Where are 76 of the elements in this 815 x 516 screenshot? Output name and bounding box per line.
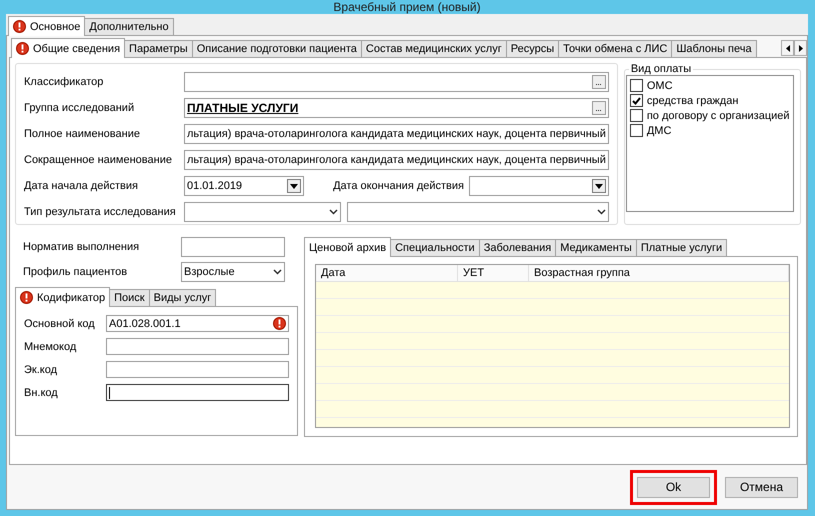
scroll-right-button[interactable] — [794, 40, 807, 56]
text-field[interactable]: A01.028.001.1 — [106, 315, 289, 332]
checkbox[interactable] — [630, 109, 643, 122]
text-field[interactable]: льтация) врача-отоларинголога кандидата медицинских наук, доцента первичный — [184, 150, 609, 170]
checkbox-label: средства граждан — [646, 94, 738, 106]
ellipsis-icon[interactable] — [592, 75, 606, 89]
dropdown-icon — [290, 184, 298, 188]
dropdown-field[interactable] — [347, 202, 609, 222]
dropdown-icon — [594, 184, 603, 188]
column-header[interactable]: УЕТ — [458, 265, 529, 281]
tab[interactable]: Виды услуг — [148, 289, 216, 307]
field-label: Тип результата исследования — [24, 206, 177, 218]
field-label: Мнемокод — [24, 340, 78, 352]
text-field[interactable] — [181, 237, 285, 257]
checkbox-label: по договору с организацией — [646, 110, 790, 122]
field-label: Сокращенное наименование — [24, 154, 173, 166]
column-header[interactable]: Дата — [316, 265, 458, 281]
checkbox[interactable] — [630, 94, 643, 107]
error-icon — [20, 291, 33, 304]
field-label: Профиль пациентов — [23, 266, 128, 278]
field-label: Эк.код — [24, 364, 58, 376]
window-title: Врачебный прием (новый) — [332, 0, 482, 14]
tab[interactable]: Состав медицинских услуг — [360, 40, 507, 58]
chevron-left-icon — [786, 44, 790, 52]
field-label: Основной код — [24, 318, 96, 330]
lookup-field[interactable]: ПЛАТНЫЕ УСЛУГИ — [184, 98, 609, 118]
dialog-button[interactable]: Отмена — [725, 476, 798, 498]
chevron-down-icon — [273, 269, 282, 275]
field-label: Классификатор — [24, 76, 104, 88]
checkbox[interactable] — [630, 79, 643, 92]
field-label: Дата начала действия — [24, 180, 139, 192]
group-title: Вид оплаты — [630, 63, 692, 75]
tab[interactable]: Общие сведения — [11, 38, 126, 58]
scroll-left-button[interactable] — [781, 40, 794, 56]
column-header[interactable]: Возрастная группа — [529, 265, 789, 281]
tab[interactable]: Основное — [8, 16, 86, 36]
tab[interactable]: Поиск — [109, 289, 150, 307]
text-field[interactable]: льтация) врача-отоларинголога кандидата медицинских наук, доцента первичный — [184, 124, 609, 144]
tab[interactable]: Ценовой архив — [304, 237, 392, 257]
text-field[interactable] — [106, 384, 289, 401]
lookup-field[interactable] — [184, 72, 609, 92]
tab[interactable]: Параметры — [124, 40, 193, 58]
field-label: Группа исследований — [24, 102, 136, 114]
chevron-down-icon — [596, 209, 606, 215]
tab[interactable]: Дополнительно — [84, 18, 174, 36]
field-label: Норматив выполнения — [23, 241, 140, 253]
dialog-button[interactable]: Ok — [637, 476, 710, 498]
checkbox-label: ДМС — [646, 124, 672, 136]
text-cursor — [109, 386, 110, 398]
error-icon — [16, 42, 29, 55]
tab[interactable]: Шаблоны печа — [671, 40, 757, 58]
ellipsis-icon[interactable] — [592, 101, 606, 115]
chevron-right-icon — [798, 44, 802, 52]
tab[interactable]: Описание подготовки пациента — [192, 40, 362, 58]
date-field[interactable]: 01.01.2019 — [184, 176, 304, 196]
tab[interactable]: Ресурсы — [506, 40, 560, 58]
tab[interactable]: Точки обмена с ЛИС — [558, 40, 672, 58]
dropdown-field[interactable] — [184, 202, 341, 222]
field-label: Полное наименование — [24, 128, 141, 140]
field-label: Дата окончания действия — [332, 180, 465, 192]
tab[interactable]: Медикаменты — [555, 239, 637, 257]
text-field[interactable] — [106, 338, 289, 355]
tab[interactable]: Платные услуги — [636, 239, 728, 257]
error-icon — [13, 20, 26, 33]
checkbox-label: ОМС — [646, 80, 673, 92]
chevron-down-icon — [329, 209, 338, 215]
tab[interactable]: Заболевания — [478, 239, 556, 257]
dropdown-field[interactable]: Взрослые — [181, 262, 285, 282]
checkbox[interactable] — [630, 124, 643, 137]
field-label: Вн.код — [24, 386, 59, 398]
tab[interactable]: Специальности — [390, 239, 480, 257]
error-icon — [273, 317, 286, 330]
date-field[interactable] — [469, 176, 609, 196]
checkmark-icon — [632, 96, 641, 104]
text-field[interactable] — [106, 361, 289, 378]
tab[interactable]: Кодификатор — [15, 287, 110, 307]
